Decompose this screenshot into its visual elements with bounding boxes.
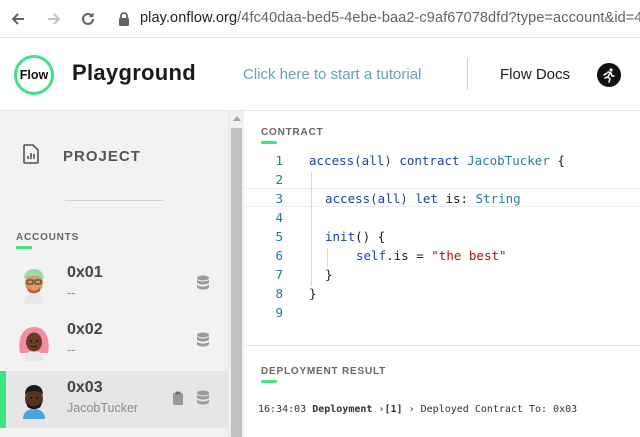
url-path: /4fc40daa-bed5-4ebe-baa2-c9af67078dfd?ty…: [237, 10, 640, 26]
database-icon[interactable]: [196, 390, 210, 406]
code-token: init: [325, 229, 356, 244]
url-host: play.onflow.org: [140, 10, 238, 26]
clipboard-icon[interactable]: [172, 391, 184, 406]
code-token: .is =: [386, 248, 432, 263]
code-token: access(all): [325, 191, 408, 206]
arrow-right-icon: [48, 13, 61, 25]
avatar-dark-hair-icon: [23, 385, 45, 419]
account-address: 0x02: [67, 321, 103, 338]
address-bar[interactable]: play.onflow.org/4fc40daa-bed5-4ebe-baa2-…: [140, 10, 640, 26]
forward-button[interactable]: [42, 7, 66, 31]
reload-button[interactable]: [76, 7, 100, 31]
line-number: 3: [275, 191, 283, 206]
accounts-label: ACCOUNTS: [16, 232, 80, 243]
code-token: {: [557, 153, 565, 168]
arrow-left-icon: [11, 13, 24, 25]
project-label[interactable]: PROJECT: [63, 148, 141, 165]
line-number: 6: [275, 248, 283, 263]
line-number: 2: [275, 172, 283, 187]
indent-guide: [327, 248, 328, 267]
header-divider: [467, 58, 468, 90]
runner-button[interactable]: [597, 63, 621, 87]
log-arrow: ›: [408, 404, 415, 415]
code-token: () {: [355, 229, 386, 244]
tutorial-link[interactable]: Click here to start a tutorial: [243, 66, 421, 83]
code-token: }: [309, 286, 317, 301]
code-line-7[interactable]: }: [325, 267, 333, 282]
database-icon[interactable]: [196, 275, 210, 291]
contract-label: CONTRACT: [261, 127, 324, 138]
indent-guide: [311, 172, 312, 286]
line-number: 7: [275, 267, 283, 282]
line-number: 8: [275, 286, 283, 301]
lock-icon: [119, 12, 129, 26]
app-title: Playground: [72, 60, 197, 85]
account-name: JacobTucker: [67, 401, 139, 415]
deployment-label: DEPLOYMENT RESULT: [261, 366, 387, 377]
logo-text: Flow: [19, 68, 49, 82]
code-token: let: [415, 191, 438, 206]
line-number: 9: [275, 305, 283, 320]
selected-indicator: [0, 371, 6, 428]
line-number: 1: [275, 153, 283, 168]
avatar-green-hair-icon: [24, 269, 44, 304]
account-name: --: [67, 286, 76, 300]
code-line-6[interactable]: self.is = "the best": [356, 248, 507, 263]
log-message: Deployed Contract To: 0x03: [420, 404, 578, 415]
code-token: contract: [399, 153, 460, 168]
deployment-underline: [261, 380, 277, 383]
log-index: [1]: [384, 404, 403, 415]
project-nav-item[interactable]: [22, 144, 40, 164]
accounts-underline: [16, 246, 32, 249]
code-token: "the best": [431, 248, 507, 263]
code-token: }: [325, 267, 333, 282]
reload-icon: [82, 12, 94, 25]
sidebar-scrollbar[interactable]: [228, 111, 244, 437]
avatar-pink-hair-icon: [19, 327, 49, 361]
runner-icon: [603, 68, 615, 83]
flow-logo[interactable]: Flow: [14, 55, 54, 95]
log-time: 16:34:03: [258, 404, 307, 415]
project-divider: [65, 200, 163, 201]
code-token: is:: [445, 191, 469, 206]
code-line-1[interactable]: access(all) contract JacobTucker {: [309, 153, 565, 168]
code-token: access(all): [309, 153, 392, 168]
deployment-log-line: 16:34:03 Deployment ›[1] › Deployed Cont…: [258, 404, 577, 415]
account-address: 0x01: [67, 264, 103, 281]
back-button[interactable]: [6, 7, 30, 31]
code-token: self: [356, 248, 387, 263]
document-chart-icon: [23, 144, 39, 164]
code-editor[interactable]: [245, 111, 640, 345]
account-name: --: [67, 343, 76, 357]
deployment-separator: [245, 345, 640, 346]
line-number: 5: [275, 229, 283, 244]
scroll-thumb[interactable]: [231, 128, 242, 437]
database-icon[interactable]: [196, 332, 210, 348]
line-number: 4: [275, 210, 283, 225]
code-line-3[interactable]: access(all) let is: String: [325, 191, 521, 206]
log-kind: Deployment: [312, 404, 373, 415]
docs-link[interactable]: Flow Docs: [500, 66, 570, 83]
account-item-0x03[interactable]: 0x03 JacobTucker: [0, 371, 228, 428]
code-line-5[interactable]: init() {: [325, 229, 385, 244]
code-token: String: [475, 191, 521, 206]
code-token: JacobTucker: [467, 153, 550, 168]
code-line-8[interactable]: }: [309, 286, 317, 301]
account-item-0x02[interactable]: 0x02 --: [0, 313, 228, 370]
contract-underline: [261, 141, 277, 144]
scroll-up-icon[interactable]: [233, 116, 241, 121]
account-address: 0x03: [67, 379, 103, 396]
account-item-0x01[interactable]: 0x01 --: [0, 256, 228, 313]
